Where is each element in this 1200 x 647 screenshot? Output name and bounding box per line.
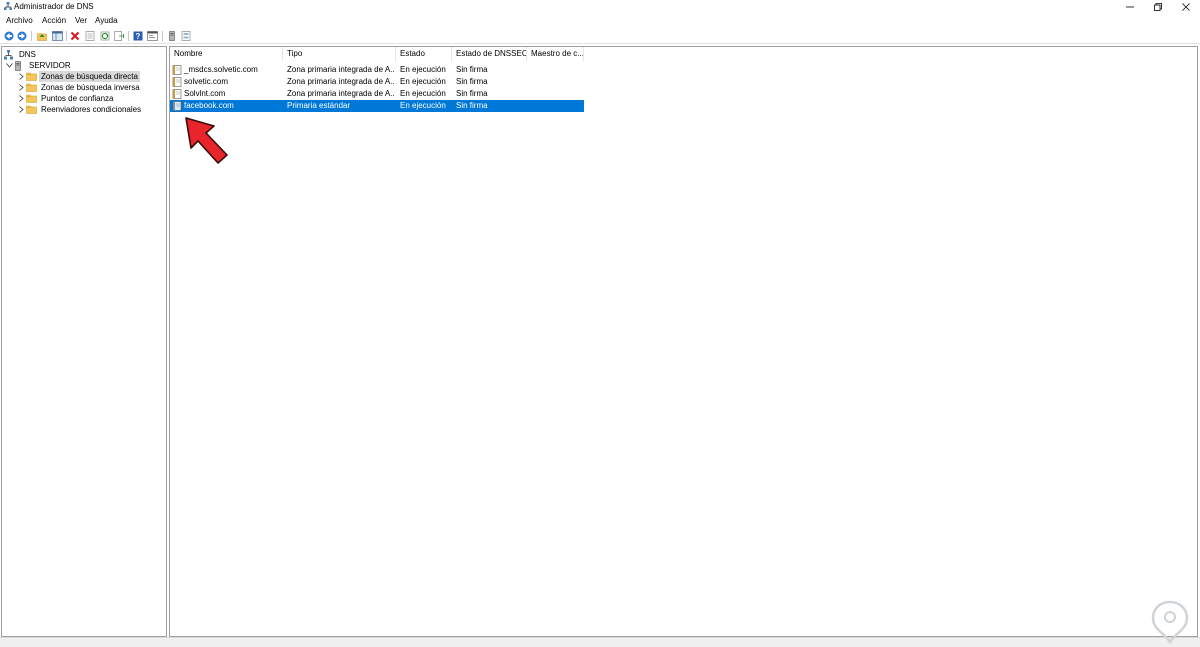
tree-node-trust-points[interactable]: Puntos de confianza [16, 93, 116, 104]
folder-icon [26, 83, 37, 93]
table-row[interactable]: solvetic.com Zona primaria integrada de … [170, 76, 584, 88]
tree-label-servidor: SERVIDOR [29, 61, 71, 70]
server-icon[interactable] [166, 30, 178, 42]
forward-icon[interactable] [16, 30, 28, 42]
tree-node-reverse-zones[interactable]: Zonas de búsqueda inversa [16, 82, 142, 93]
zone-name: Solvlnt.com [184, 89, 226, 98]
export-list-icon[interactable] [113, 30, 125, 42]
zone-file-icon [172, 101, 182, 111]
zone-dnssec: Sin firma [456, 65, 488, 74]
console-view-icon[interactable] [146, 30, 158, 42]
zone-type: Zona primaria integrada de A... [287, 77, 395, 86]
column-header-estado[interactable]: Estado [396, 47, 452, 61]
server-tree-icon [14, 60, 25, 71]
column-header-maestro[interactable]: Maestro de c... [527, 47, 584, 61]
tree-label-conditional-forwarders: Reenviadores condicionales [41, 105, 142, 114]
zone-file-icon [172, 77, 182, 87]
zone-dnssec: Sin firma [456, 89, 488, 98]
column-header-tipo[interactable]: Tipo [283, 47, 396, 61]
chevron-right-icon[interactable] [16, 82, 26, 93]
tree-node-servidor[interactable]: SERVIDOR [4, 60, 73, 71]
zone-dnssec: Sin firma [456, 101, 488, 110]
tree-node-forward-zones[interactable]: Zonas de búsqueda directa [16, 71, 140, 82]
back-icon[interactable] [3, 30, 15, 42]
menu-bar: Archivo Acción Ver Ayuda [0, 14, 1200, 27]
folder-icon [26, 94, 37, 104]
folder-icon [26, 72, 37, 82]
menu-ayuda[interactable]: Ayuda [95, 16, 118, 25]
chevron-down-icon[interactable] [4, 60, 14, 71]
zone-name: facebook.com [184, 101, 234, 110]
list-header: Nombre Tipo Estado Estado de DNSSEC Maes… [170, 47, 590, 61]
table-row[interactable]: Solvlnt.com Zona primaria integrada de A… [170, 88, 584, 100]
menu-accion[interactable]: Acción [42, 16, 66, 25]
menu-ver[interactable]: Ver [75, 16, 87, 25]
solvetic-watermark-logo-icon [1151, 600, 1189, 644]
up-folder-icon[interactable] [36, 30, 48, 42]
show-hide-tree-icon[interactable] [51, 30, 63, 42]
zone-file-icon [172, 89, 182, 99]
record-list-icon[interactable] [180, 30, 192, 42]
restore-button[interactable] [1144, 0, 1172, 14]
tree-label-trust-points: Puntos de confianza [41, 94, 114, 103]
zone-status: En ejecución [400, 89, 446, 98]
tree-label-forward-zones: Zonas de búsqueda directa [39, 71, 140, 82]
delete-icon[interactable] [69, 30, 81, 42]
zone-name: solvetic.com [184, 77, 229, 86]
refresh-icon[interactable] [99, 30, 111, 42]
title-bar: Administrador de DNS [0, 0, 1200, 14]
console-tree-pane: DNS SERVIDOR Zonas de búsqueda directa Z… [1, 46, 167, 637]
tree-node-conditional-forwarders[interactable]: Reenviadores condicionales [16, 104, 143, 115]
zone-list-pane: Nombre Tipo Estado Estado de DNSSEC Maes… [169, 46, 1198, 637]
zone-type: Zona primaria integrada de A... [287, 65, 395, 74]
minimize-button[interactable] [1116, 0, 1144, 14]
tree-node-dns[interactable]: DNS [4, 49, 38, 60]
zone-type: Zona primaria integrada de A... [287, 89, 395, 98]
chevron-right-icon[interactable] [16, 93, 26, 104]
window-title: Administrador de DNS [14, 2, 94, 11]
status-bar [0, 637, 1200, 647]
svg-text:?: ? [136, 32, 141, 41]
properties-icon[interactable] [84, 30, 96, 42]
dns-tree-icon [4, 49, 15, 60]
chevron-right-icon[interactable] [16, 71, 26, 82]
zone-status: En ejecución [400, 65, 446, 74]
zone-status: En ejecución [400, 77, 446, 86]
help-icon[interactable]: ? [132, 30, 144, 42]
close-button[interactable] [1172, 0, 1200, 14]
zone-dnssec: Sin firma [456, 77, 488, 86]
menu-archivo[interactable]: Archivo [6, 16, 33, 25]
tree-label-reverse-zones: Zonas de búsqueda inversa [41, 83, 140, 92]
dns-app-icon [4, 2, 12, 11]
toolbar: ? [0, 28, 1200, 44]
zone-name: _msdcs.solvetic.com [184, 65, 258, 74]
table-row[interactable]: _msdcs.solvetic.com Zona primaria integr… [170, 64, 584, 76]
red-arrow-annotation-icon [185, 117, 228, 164]
chevron-right-icon[interactable] [16, 104, 26, 115]
column-header-nombre[interactable]: Nombre [170, 47, 283, 61]
zone-type: Primaria estándar [287, 101, 351, 110]
tree-label-dns: DNS [19, 50, 36, 59]
folder-icon [26, 105, 37, 115]
column-header-dnssec[interactable]: Estado de DNSSEC [452, 47, 527, 61]
table-row-selected[interactable]: facebook.com Primaria estándar En ejecuc… [170, 100, 584, 112]
zone-file-icon [172, 65, 182, 75]
zone-status: En ejecución [400, 101, 446, 110]
